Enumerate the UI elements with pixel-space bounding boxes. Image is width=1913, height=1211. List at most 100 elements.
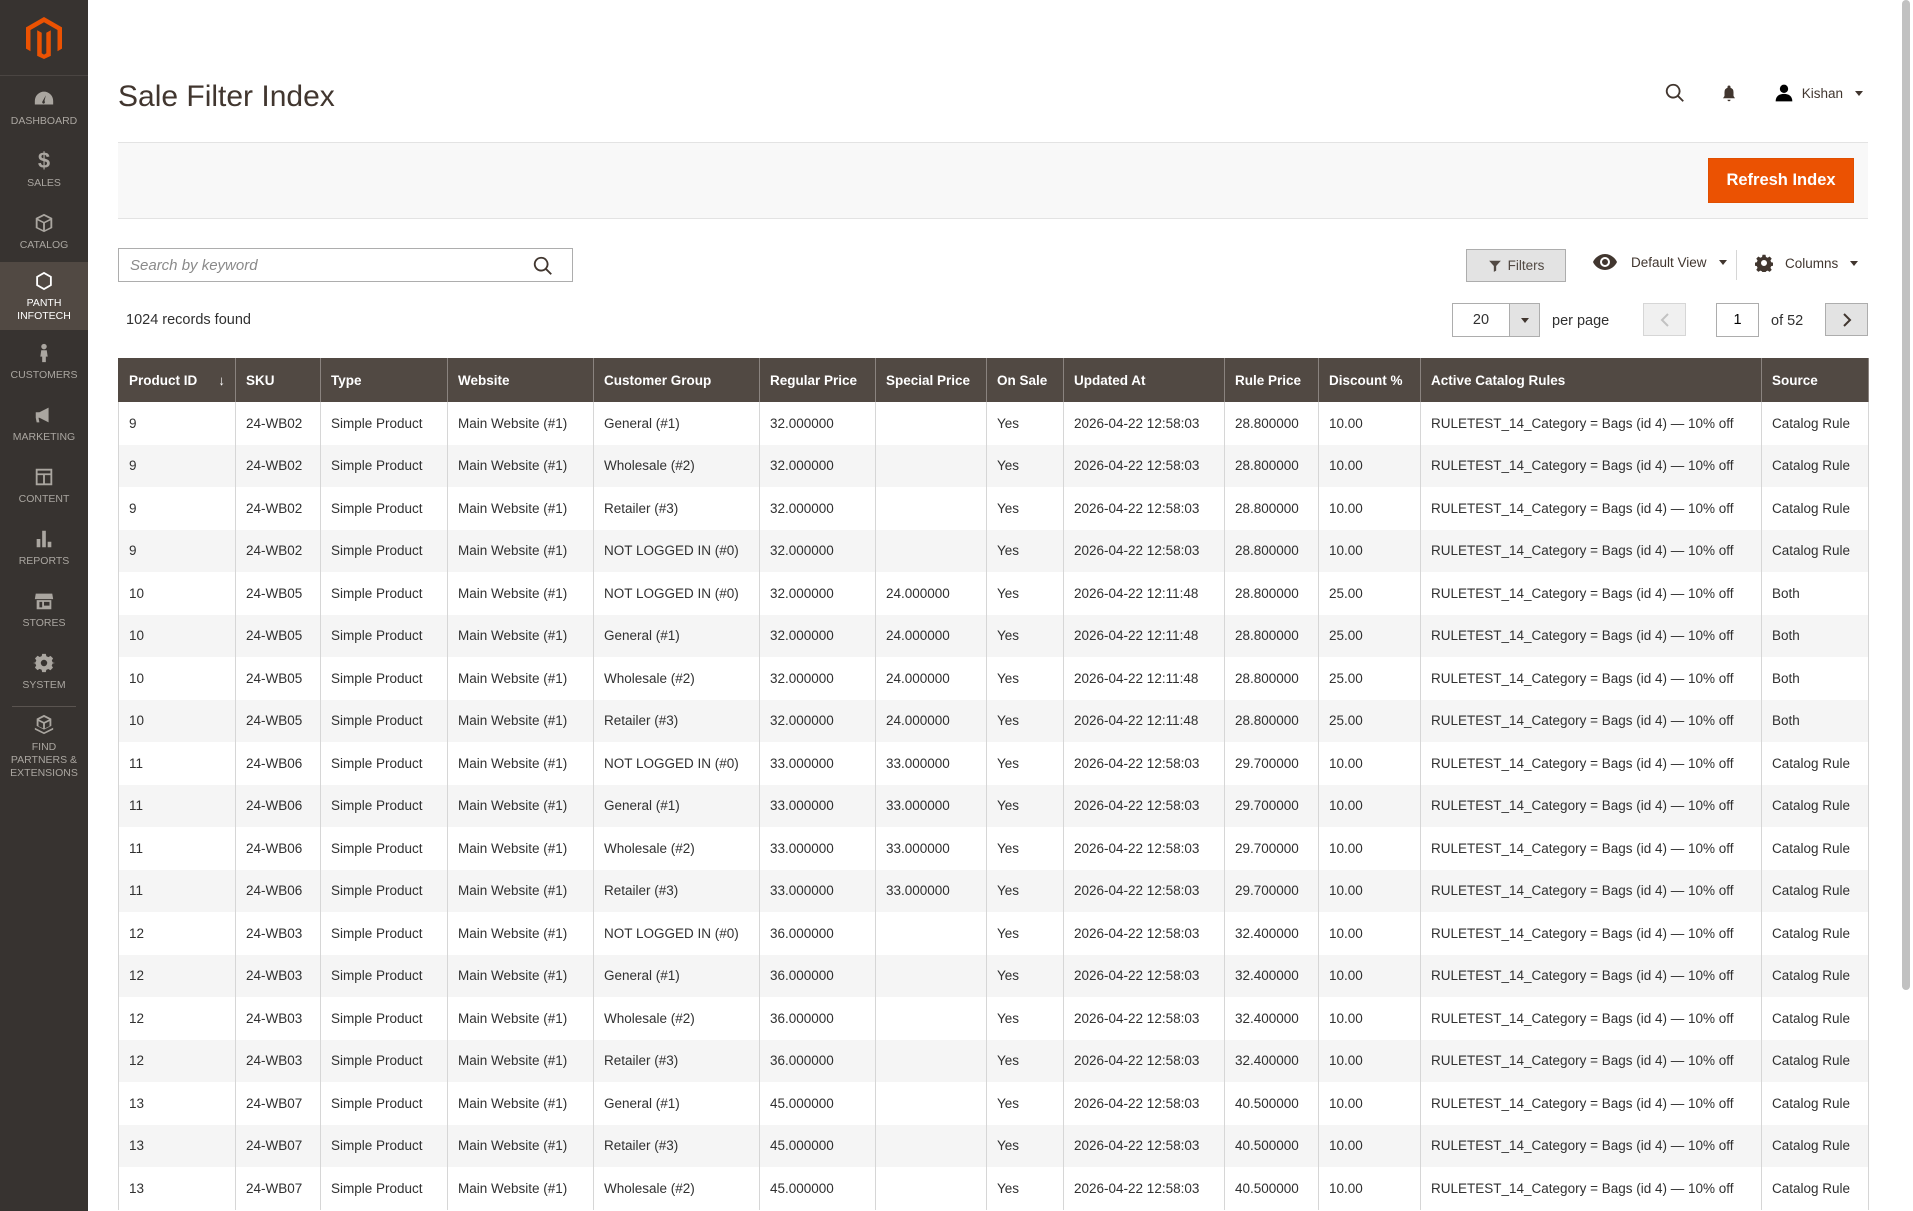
column-header-discount[interactable]: Discount %	[1318, 358, 1421, 402]
table-cell: 10.00	[1318, 1082, 1421, 1125]
table-row[interactable]: 10 24-WB05 Simple Product Main Website (#1)…	[118, 657, 1869, 700]
column-header-updated-at[interactable]: Updated At	[1063, 358, 1225, 402]
table-cell: Main Website (#1)	[447, 1082, 594, 1125]
table-cell: Retailer (#3)	[593, 487, 760, 530]
sidebar-item-dashboard[interactable]: DASHBOARD	[0, 76, 88, 138]
column-header-type[interactable]: Type	[320, 358, 448, 402]
table-cell: 33.000000	[875, 784, 987, 827]
table-row[interactable]: 11 24-WB06 Simple Product Main Website (#1)…	[118, 784, 1869, 827]
table-cell: Catalog Rule	[1761, 487, 1869, 530]
page-scrollbar[interactable]	[1901, 0, 1911, 990]
column-header-label: Type	[331, 372, 362, 388]
column-header-regular-price[interactable]: Regular Price	[759, 358, 876, 402]
table-row[interactable]: 13 24-WB07 Simple Product Main Website (#1)…	[118, 1124, 1869, 1167]
sidebar-item-sales[interactable]: $ SALES	[0, 138, 88, 200]
scrollbar-thumb[interactable]	[1902, 0, 1910, 990]
sidebar-item-reports[interactable]: REPORTS	[0, 516, 88, 578]
table-cell: Catalog Rule	[1761, 1039, 1869, 1082]
per-page-dropdown-button[interactable]	[1509, 304, 1539, 336]
bell-icon[interactable]	[1714, 78, 1744, 108]
table-cell: 24-WB06	[235, 742, 321, 785]
table-cell: 10.00	[1318, 444, 1421, 487]
previous-page-button[interactable]	[1643, 303, 1686, 336]
table-cell: RULETEST_14_Category = Bags (id 4) — 10%…	[1420, 487, 1762, 530]
table-row[interactable]: 10 24-WB05 Simple Product Main Website (#1)…	[118, 572, 1869, 615]
table-cell: Simple Product	[320, 614, 448, 657]
column-header-rule-price[interactable]: Rule Price	[1224, 358, 1319, 402]
search-submit-icon[interactable]	[532, 255, 554, 277]
column-header-on-sale[interactable]: On Sale	[986, 358, 1064, 402]
sidebar-item-find-partners[interactable]: FIND PARTNERS & EXTENSIONS	[0, 711, 88, 781]
search-input[interactable]	[119, 249, 519, 281]
column-header-product-id[interactable]: Product ID ↓	[118, 358, 236, 402]
table-cell: Main Website (#1)	[447, 912, 594, 955]
table-row[interactable]: 12 24-WB03 Simple Product Main Website (#1)…	[118, 997, 1869, 1040]
column-header-active-catalog-rules[interactable]: Active Catalog Rules	[1420, 358, 1762, 402]
table-row[interactable]: 12 24-WB03 Simple Product Main Website (#1)…	[118, 912, 1869, 955]
sidebar-item-content[interactable]: CONTENT	[0, 454, 88, 516]
table-cell	[875, 402, 987, 445]
table-cell: 10.00	[1318, 827, 1421, 870]
table-cell: RULETEST_14_Category = Bags (id 4) — 10%…	[1420, 699, 1762, 742]
table-row[interactable]: 10 24-WB05 Simple Product Main Website (#1)…	[118, 614, 1869, 657]
sidebar-item-marketing[interactable]: MARKETING	[0, 392, 88, 454]
sidebar-item-label: MARKETING	[12, 430, 76, 443]
column-header-label: Rule Price	[1235, 372, 1302, 388]
sort-desc-arrow-icon[interactable]: ↓	[218, 373, 225, 388]
table-cell: Catalog Rule	[1761, 869, 1869, 912]
sidebar-item-panth-infotech[interactable]: PANTH INFOTECH	[0, 262, 88, 330]
table-cell: RULETEST_14_Category = Bags (id 4) — 10%…	[1420, 402, 1762, 445]
sidebar-item-system[interactable]: SYSTEM	[0, 640, 88, 702]
table-cell: 24-WB02	[235, 487, 321, 530]
column-header-label: Special Price	[886, 372, 971, 388]
table-cell: 9	[118, 402, 236, 445]
table-cell	[875, 487, 987, 530]
table-row[interactable]: 11 24-WB06 Simple Product Main Website (#1)…	[118, 742, 1869, 785]
table-cell: Main Website (#1)	[447, 1124, 594, 1167]
filters-button[interactable]: Filters	[1466, 249, 1566, 282]
table-cell: 24-WB07	[235, 1124, 321, 1167]
chevron-down-icon	[1520, 317, 1529, 323]
table-row[interactable]: 9 24-WB02 Simple Product Main Website (#1) N…	[118, 529, 1869, 572]
table-row[interactable]: 13 24-WB07 Simple Product Main Website (#1)…	[118, 1082, 1869, 1125]
search-icon[interactable]	[1660, 78, 1690, 108]
next-page-button[interactable]	[1825, 303, 1868, 336]
table-row[interactable]: 11 24-WB06 Simple Product Main Website (#1)…	[118, 827, 1869, 870]
table-row[interactable]: 10 24-WB05 Simple Product Main Website (#1)…	[118, 699, 1869, 742]
per-page-select[interactable]: 20	[1452, 303, 1540, 337]
table-cell: Wholesale (#2)	[593, 997, 760, 1040]
table-cell: Simple Product	[320, 444, 448, 487]
records-count: 1024 records found	[126, 312, 251, 328]
table-row[interactable]: 12 24-WB03 Simple Product Main Website (#1)…	[118, 954, 1869, 997]
column-header-special-price[interactable]: Special Price	[875, 358, 987, 402]
table-row[interactable]: 13 24-WB07 Simple Product Main Website (#1)…	[118, 1167, 1869, 1210]
user-menu[interactable]: Kishan	[1774, 83, 1863, 103]
table-row[interactable]: 11 24-WB06 Simple Product Main Website (#1)…	[118, 869, 1869, 912]
sidebar-item-customers[interactable]: CUSTOMERS	[0, 330, 88, 392]
column-header-sku[interactable]: SKU	[235, 358, 321, 402]
table-cell: 32.000000	[759, 487, 876, 530]
current-page-input[interactable]	[1716, 303, 1759, 337]
column-header-label: Regular Price	[770, 372, 858, 388]
magento-logo[interactable]	[0, 0, 88, 76]
view-selector[interactable]: Default View	[1593, 254, 1727, 270]
table-cell: 32.400000	[1224, 997, 1319, 1040]
sidebar-item-stores[interactable]: STORES	[0, 578, 88, 640]
columns-selector[interactable]: Columns	[1755, 254, 1859, 272]
table-cell: 10.00	[1318, 1039, 1421, 1082]
column-header-website[interactable]: Website	[447, 358, 594, 402]
table-cell: RULETEST_14_Category = Bags (id 4) — 10%…	[1420, 1124, 1762, 1167]
column-header-customer-group[interactable]: Customer Group	[593, 358, 760, 402]
table-row[interactable]: 12 24-WB03 Simple Product Main Website (#1)…	[118, 1039, 1869, 1082]
hexagon-icon	[32, 269, 56, 293]
table-cell: RULETEST_14_Category = Bags (id 4) — 10%…	[1420, 997, 1762, 1040]
table-row[interactable]: 9 24-WB02 Simple Product Main Website (#1) W…	[118, 444, 1869, 487]
sidebar-item-catalog[interactable]: CATALOG	[0, 200, 88, 262]
column-header-source[interactable]: Source	[1761, 358, 1869, 402]
table-row[interactable]: 9 24-WB02 Simple Product Main Website (#1) G…	[118, 402, 1869, 445]
table-cell: 32.000000	[759, 572, 876, 615]
table-cell: 2026-04-22 12:11:48	[1063, 572, 1225, 615]
table-cell: 24-WB05	[235, 699, 321, 742]
table-row[interactable]: 9 24-WB02 Simple Product Main Website (#1) R…	[118, 487, 1869, 530]
refresh-index-button[interactable]: Refresh Index	[1708, 158, 1854, 203]
